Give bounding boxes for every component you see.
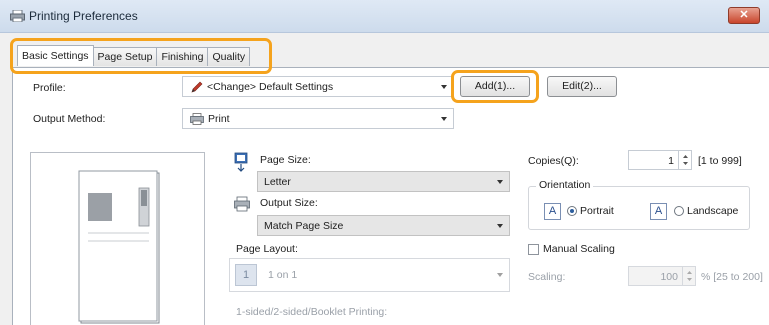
output-size-value: Match Page Size xyxy=(264,220,344,232)
chevron-down-icon xyxy=(497,224,503,228)
chevron-down-icon xyxy=(441,117,447,121)
document-preview-icon xyxy=(78,170,160,324)
copies-spinner[interactable]: 1 xyxy=(628,150,692,170)
edit-profile-button[interactable]: Edit(2)... xyxy=(547,76,617,97)
window-title: Printing Preferences xyxy=(29,9,138,23)
tab-strip: Basic Settings Page Setup Finishing Qual… xyxy=(17,45,251,67)
close-button[interactable]: ✕ xyxy=(728,7,760,24)
page-layout-icon: 1 xyxy=(235,264,257,286)
printing-preferences-window: Printing Preferences ✕ Basic Settings Pa… xyxy=(0,0,769,325)
printer-icon xyxy=(190,113,204,125)
orientation-label: Orientation xyxy=(536,179,594,191)
sided-printing-label: 1-sided/2-sided/Booklet Printing: xyxy=(236,306,388,318)
tab-page-setup[interactable]: Page Setup xyxy=(92,47,158,66)
output-size-select[interactable]: Match Page Size xyxy=(257,215,510,236)
portrait-label[interactable]: Portrait xyxy=(580,205,614,217)
scaling-label: Scaling: xyxy=(528,271,566,283)
tab-finishing[interactable]: Finishing xyxy=(156,47,209,66)
copies-label: Copies(Q): xyxy=(528,155,579,167)
landscape-label[interactable]: Landscape xyxy=(687,205,738,217)
scaling-value: 100 xyxy=(660,271,678,283)
page-size-select[interactable]: Letter xyxy=(257,171,510,192)
manual-scaling-checkbox[interactable] xyxy=(528,244,539,255)
output-method-label: Output Method: xyxy=(33,113,106,125)
page-preview xyxy=(30,152,205,325)
pencil-icon xyxy=(191,81,203,93)
portrait-icon: A xyxy=(544,203,561,220)
spinner-arrows-icon[interactable] xyxy=(682,267,695,285)
chevron-down-icon xyxy=(497,180,503,184)
page-size-icon xyxy=(234,152,248,172)
output-method-value: Print xyxy=(208,113,230,125)
manual-scaling-label[interactable]: Manual Scaling xyxy=(543,243,615,255)
chevron-down-icon xyxy=(497,273,503,277)
page-size-label: Page Size: xyxy=(260,154,311,166)
profile-value: <Change> Default Settings xyxy=(207,81,334,93)
copies-range: [1 to 999] xyxy=(698,155,742,167)
scaling-spinner[interactable]: 100 xyxy=(628,266,696,286)
profile-select[interactable]: <Change> Default Settings xyxy=(182,76,454,97)
close-icon: ✕ xyxy=(739,9,749,21)
page-layout-select[interactable]: 1 1 on 1 xyxy=(229,258,510,292)
printer-icon xyxy=(10,10,25,22)
portrait-radio[interactable] xyxy=(567,206,577,216)
page-size-value: Letter xyxy=(264,176,291,188)
page-layout-icon-number: 1 xyxy=(242,269,250,281)
add-profile-button[interactable]: Add(1)... xyxy=(460,76,530,97)
spinner-arrows-icon[interactable] xyxy=(678,151,691,169)
output-method-select[interactable]: Print xyxy=(182,108,454,129)
tab-quality[interactable]: Quality xyxy=(207,47,251,66)
profile-label: Profile: xyxy=(33,82,66,94)
page-layout-label: Page Layout: xyxy=(236,243,298,255)
tab-basic-settings[interactable]: Basic Settings xyxy=(17,45,94,66)
output-size-icon xyxy=(234,196,250,212)
landscape-radio[interactable] xyxy=(674,206,684,216)
copies-value: 1 xyxy=(668,155,674,167)
chevron-down-icon xyxy=(441,85,447,89)
scaling-range: % [25 to 200] xyxy=(701,271,763,283)
output-size-label: Output Size: xyxy=(260,197,318,209)
landscape-icon: A xyxy=(650,203,667,220)
title-bar: Printing Preferences ✕ xyxy=(0,0,769,33)
page-layout-value: 1 on 1 xyxy=(268,269,298,281)
